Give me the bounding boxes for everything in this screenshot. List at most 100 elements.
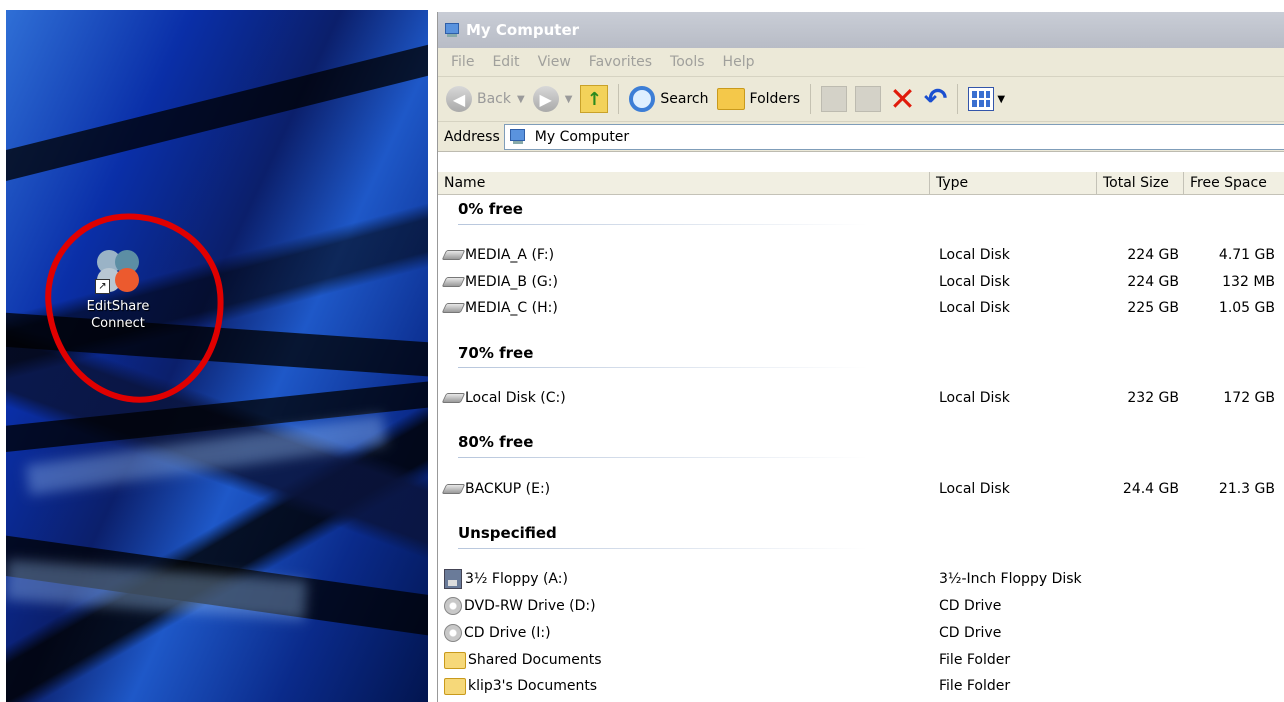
group-header: 80% free xyxy=(458,433,534,451)
menu-bar: File Edit View Favorites Tools Help xyxy=(438,48,1284,77)
column-header-row: Name Type Total Size Free Space xyxy=(438,172,1284,195)
group-header: 70% free xyxy=(458,344,534,362)
item-type: Local Disk xyxy=(939,274,1010,290)
folders-label: Folders xyxy=(749,91,801,107)
item-total-size: 224 GB xyxy=(1127,247,1179,263)
item-type: File Folder xyxy=(939,652,1011,668)
back-button[interactable]: ◀ Back ▼ xyxy=(442,81,529,117)
undo-button[interactable]: ↶ xyxy=(920,81,951,117)
list-item[interactable]: MEDIA_A (F:) Local Disk 224 GB 4.71 GB xyxy=(438,242,1284,268)
move-to-button[interactable] xyxy=(817,81,851,117)
item-type: 3½-Inch Floppy Disk xyxy=(939,571,1082,587)
back-arrow-icon: ◀ xyxy=(446,86,472,112)
folders-icon xyxy=(716,88,745,110)
item-free-space: 1.05 GB xyxy=(1218,300,1275,316)
group-divider xyxy=(458,457,868,458)
delete-button[interactable]: ✕ xyxy=(885,81,920,117)
item-total-size: 224 GB xyxy=(1127,274,1179,290)
hard-disk-icon xyxy=(441,393,466,403)
column-header-type[interactable]: Type xyxy=(930,172,1097,194)
item-type: Local Disk xyxy=(939,390,1010,406)
group-divider xyxy=(458,548,868,549)
item-name: MEDIA_B (G:) xyxy=(465,274,558,290)
menu-view[interactable]: View xyxy=(529,54,580,70)
item-name: klip3's Documents xyxy=(468,678,598,694)
chevron-down-icon: ▼ xyxy=(997,93,1006,105)
list-item[interactable]: MEDIA_B (G:) Local Disk 224 GB 132 MB xyxy=(438,269,1284,295)
views-icon xyxy=(968,87,995,111)
item-name: BACKUP (E:) xyxy=(465,481,551,497)
list-item[interactable]: Local Disk (C:) Local Disk 232 GB 172 GB xyxy=(438,385,1284,411)
search-button[interactable]: Search xyxy=(625,81,712,117)
item-total-size: 232 GB xyxy=(1127,390,1179,406)
item-type: Local Disk xyxy=(939,481,1010,497)
item-free-space: 172 GB xyxy=(1223,390,1275,406)
item-free-space: 4.71 GB xyxy=(1218,247,1275,263)
hard-disk-icon xyxy=(441,277,466,287)
item-type: CD Drive xyxy=(939,625,1002,641)
my-computer-icon xyxy=(444,22,460,38)
menu-tools[interactable]: Tools xyxy=(661,54,714,70)
back-label: Back xyxy=(477,91,511,107)
list-item[interactable]: MEDIA_C (H:) Local Disk 225 GB 1.05 GB xyxy=(438,295,1284,321)
group-header: Unspecified xyxy=(458,524,557,542)
undo-icon: ↶ xyxy=(923,82,948,115)
item-name: Shared Documents xyxy=(468,652,602,668)
item-name: Local Disk (C:) xyxy=(465,390,566,406)
delete-icon: ✕ xyxy=(889,80,916,118)
item-type: File Folder xyxy=(939,678,1011,694)
list-item[interactable]: 3½ Floppy (A:) 3½-Inch Floppy Disk xyxy=(438,566,1284,592)
red-highlight-circle xyxy=(39,207,231,409)
item-name: 3½ Floppy (A:) xyxy=(465,571,568,587)
list-item[interactable]: CD Drive (I:) CD Drive xyxy=(438,620,1284,646)
address-input[interactable]: My Computer xyxy=(503,123,1284,150)
chevron-down-icon[interactable]: ▼ xyxy=(565,94,573,105)
copy-to-button[interactable] xyxy=(851,81,885,117)
window-title: My Computer xyxy=(466,21,580,39)
toolbar-separator xyxy=(810,84,812,114)
item-free-space: 21.3 GB xyxy=(1218,481,1275,497)
forward-arrow-icon: ▶ xyxy=(532,86,559,112)
folder-icon xyxy=(444,677,466,695)
item-name: DVD-RW Drive (D:) xyxy=(464,598,596,614)
item-name: CD Drive (I:) xyxy=(464,625,551,641)
explorer-window: My Computer File Edit View Favorites Too… xyxy=(437,12,1284,702)
item-type: Local Disk xyxy=(939,247,1010,263)
hard-disk-icon xyxy=(441,484,466,494)
address-label: Address xyxy=(444,128,500,145)
item-name: MEDIA_C (H:) xyxy=(465,300,558,316)
item-name: MEDIA_A (F:) xyxy=(465,247,555,263)
list-item[interactable]: Shared Documents File Folder xyxy=(438,647,1284,673)
item-free-space: 132 MB xyxy=(1222,274,1275,290)
group-divider xyxy=(458,367,868,368)
window-titlebar[interactable]: My Computer xyxy=(438,12,1284,48)
toolbar-separator xyxy=(618,84,620,114)
my-computer-icon xyxy=(509,128,527,146)
menu-help[interactable]: Help xyxy=(714,54,764,70)
move-to-icon xyxy=(821,86,848,112)
standard-toolbar: ◀ Back ▼ ▶ ▼ ↑ Search Folders ✕ ↶ ▼ xyxy=(438,77,1284,122)
list-item[interactable]: klip3's Documents File Folder xyxy=(438,673,1284,699)
column-header-total-size[interactable]: Total Size xyxy=(1097,172,1184,194)
views-button[interactable]: ▼ xyxy=(964,81,1009,117)
list-item[interactable]: BACKUP (E:) Local Disk 24.4 GB 21.3 GB xyxy=(438,476,1284,502)
column-header-name[interactable]: Name xyxy=(438,172,930,194)
hard-disk-icon xyxy=(441,303,466,313)
group-divider xyxy=(458,224,868,225)
cd-drive-icon xyxy=(444,624,462,642)
forward-button[interactable]: ▶ ▼ xyxy=(529,81,577,117)
list-item[interactable]: DVD-RW Drive (D:) CD Drive xyxy=(438,593,1284,619)
wallpaper-band xyxy=(6,34,428,190)
menu-edit[interactable]: Edit xyxy=(483,54,528,70)
hard-disk-icon xyxy=(441,250,466,260)
desktop-background: ↗ EditShare Connect xyxy=(6,10,428,702)
menu-file[interactable]: File xyxy=(442,54,483,70)
up-folder-icon: ↑ xyxy=(580,85,609,113)
column-header-free-space[interactable]: Free Space xyxy=(1184,172,1284,194)
chevron-down-icon[interactable]: ▼ xyxy=(517,94,525,105)
menu-favorites[interactable]: Favorites xyxy=(580,54,661,70)
up-folder-button[interactable]: ↑ xyxy=(576,81,612,117)
folders-button[interactable]: Folders xyxy=(713,81,805,117)
item-type: CD Drive xyxy=(939,598,1002,614)
search-icon xyxy=(629,86,656,112)
